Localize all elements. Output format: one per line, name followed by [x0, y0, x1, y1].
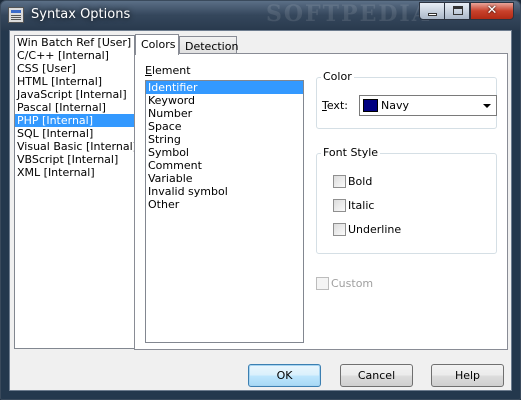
dialog-client-area: Win Batch Ref [User] C/C++ [Internal] CSS …: [9, 30, 512, 391]
element-list-item[interactable]: Comment: [146, 159, 303, 172]
window-title: Syntax Options: [31, 7, 131, 22]
maximize-button[interactable]: [444, 2, 470, 20]
language-list-item[interactable]: Visual Basic [Internal]: [15, 140, 137, 153]
font-style-group-title: Font Style: [321, 146, 381, 159]
maximize-icon: [453, 6, 463, 15]
language-list-item[interactable]: SQL [Internal]: [15, 127, 134, 140]
element-list-item[interactable]: Number: [146, 107, 303, 120]
watermark: SOFTPEDIA: [266, 1, 431, 27]
element-list-item[interactable]: Variable: [146, 172, 303, 185]
language-list[interactable]: Win Batch Ref [User] C/C++ [Internal] CSS …: [14, 35, 137, 349]
colors-tab-page: Element Identifier Keyword Number Space Stri…: [134, 53, 508, 350]
language-list-item[interactable]: HTML [Internal]: [15, 75, 134, 88]
chevron-down-icon: [483, 104, 491, 108]
language-list-item[interactable]: C/C++ [Internal]: [15, 49, 134, 62]
language-list-item[interactable]: JavaScript [Internal]: [15, 88, 134, 101]
app-icon: [8, 7, 24, 23]
text-color-label: Text:: [322, 99, 348, 112]
tab-colors[interactable]: Colors: [135, 34, 179, 55]
language-list-item[interactable]: VBScript [Internal]: [15, 153, 134, 166]
syntax-options-window: Syntax Options SOFTPEDIA ✕ Win Batch Ref…: [0, 0, 521, 400]
text-color-value: Navy: [381, 99, 409, 112]
font-style-group: Font Style Bold Italic Underline: [316, 146, 497, 254]
element-list-item[interactable]: Keyword: [146, 94, 303, 107]
underline-label: Underline: [348, 223, 402, 236]
underline-checkbox[interactable]: [333, 223, 346, 236]
element-list[interactable]: Identifier Keyword Number Space String Symbol…: [145, 80, 304, 343]
element-list-item[interactable]: Space: [146, 120, 303, 133]
language-list-item[interactable]: CSS [User]: [15, 62, 134, 75]
color-group-title: Color: [321, 70, 354, 83]
color-group: Color Text: Navy: [316, 70, 497, 129]
close-icon: ✕: [486, 3, 498, 18]
custom-label: Custom: [331, 277, 374, 290]
language-list-item[interactable]: PHP [Internal]: [15, 114, 134, 127]
help-button[interactable]: Help: [431, 364, 504, 387]
close-button[interactable]: ✕: [470, 2, 514, 20]
language-list-item[interactable]: Win Batch Ref [User]: [15, 36, 134, 49]
cancel-button[interactable]: Cancel: [340, 364, 413, 387]
italic-checkbox[interactable]: [333, 199, 346, 212]
color-swatch: [363, 99, 378, 112]
element-list-item[interactable]: Invalid symbol: [146, 185, 303, 198]
language-list-item[interactable]: Pascal [Internal]: [15, 101, 134, 114]
element-list-item[interactable]: Symbol: [146, 146, 303, 159]
language-list-item[interactable]: XML [Internal]: [15, 166, 134, 179]
tab-detection[interactable]: Detection: [179, 36, 238, 54]
bold-checkbox[interactable]: [333, 175, 346, 188]
element-list-item[interactable]: Identifier: [146, 81, 303, 94]
italic-label: Italic: [348, 199, 375, 212]
bold-label: Bold: [348, 175, 373, 188]
custom-checkbox[interactable]: [316, 277, 329, 290]
element-list-item[interactable]: String: [146, 133, 303, 146]
ok-button[interactable]: OK: [248, 364, 321, 387]
title-bar[interactable]: Syntax Options SOFTPEDIA ✕: [1, 1, 520, 29]
minimize-icon: [428, 13, 437, 16]
element-list-item[interactable]: Other: [146, 198, 303, 211]
minimize-button[interactable]: [419, 2, 445, 20]
element-label: Element: [145, 64, 191, 77]
text-color-select[interactable]: Navy: [359, 95, 497, 116]
